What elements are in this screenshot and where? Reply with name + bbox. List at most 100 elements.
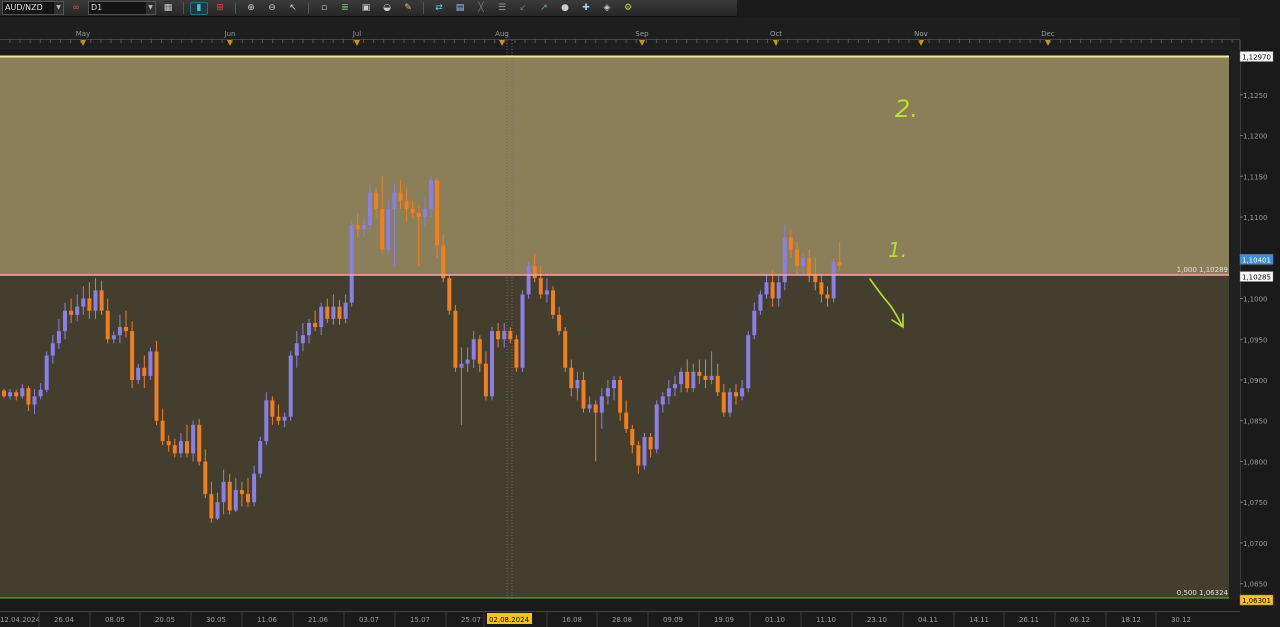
x-tick-label: 28.08 (612, 616, 632, 624)
candle (514, 335, 519, 372)
candle-body (416, 212, 421, 218)
candle-body (477, 339, 482, 364)
candle-body (697, 371, 702, 376)
candle-body (715, 375, 720, 393)
month-label: Jul (352, 30, 362, 38)
candle-body (691, 371, 696, 389)
candle-body (563, 331, 568, 368)
chart-svg[interactable]: 1,000 1,10289 0,500 1,06324 May Jun Jul Aug S… (0, 0, 1280, 627)
candle (642, 432, 647, 470)
candle-body (325, 306, 330, 319)
candle (197, 419, 202, 466)
candle-body (612, 380, 616, 389)
candle (654, 400, 659, 454)
candle-body (69, 310, 74, 315)
low-price-tag: 1,06301 (1242, 597, 1271, 605)
candle (258, 437, 263, 478)
month-label: Dec (1041, 30, 1055, 38)
candle-body (319, 306, 324, 328)
candle-body (441, 245, 446, 279)
candle-body (246, 494, 250, 503)
candle-body (63, 310, 67, 332)
candle (349, 221, 354, 307)
candle (490, 327, 494, 401)
candle-body (142, 367, 147, 376)
candle-body (721, 392, 726, 413)
candle-body (630, 428, 635, 446)
candle-body (136, 367, 141, 380)
candle (520, 290, 525, 372)
candle-body (87, 298, 92, 311)
candle-body (386, 208, 391, 250)
candle-body (392, 192, 397, 209)
candle-body (185, 441, 189, 454)
candle-body (191, 424, 196, 454)
x-tick-label: 11.06 (257, 616, 278, 624)
candle-body (740, 388, 745, 397)
month-label: May (76, 30, 90, 38)
candle-body (215, 502, 220, 519)
candle-body (368, 192, 372, 226)
candle-body (599, 396, 604, 413)
candle-body (172, 445, 177, 454)
candle-body (105, 310, 110, 340)
candle-body (20, 388, 25, 397)
month-label: Nov (914, 30, 928, 38)
candle-body (8, 392, 13, 397)
price-axis-band (1240, 17, 1280, 627)
month-label: Aug (495, 30, 509, 38)
candle (831, 257, 836, 303)
x-tick-label: 15.07 (410, 616, 430, 624)
price-tick-label: 1,0850 (1243, 418, 1268, 426)
candle-body (666, 388, 671, 397)
candle (447, 274, 452, 315)
candle-body (764, 282, 769, 295)
fib-level-1000-label: 1,000 1,10289 (1177, 266, 1228, 274)
candle-body (343, 302, 348, 319)
price-tick-label: 1,0800 (1243, 458, 1268, 466)
x-tick-label: 12.04.2024 (0, 616, 41, 624)
candle-body (587, 404, 592, 409)
candle-body (752, 310, 757, 336)
candle-body (727, 392, 732, 413)
candle-body (679, 371, 684, 385)
candle-body (233, 490, 238, 511)
x-tick-label: 16.08 (562, 616, 582, 624)
candle-body (282, 416, 287, 421)
candle (727, 388, 732, 417)
candle-body (801, 257, 806, 266)
candle-body (453, 310, 458, 368)
bid-price-tag: 1,10401 (1242, 256, 1271, 264)
x-tick-label: 09.09 (663, 616, 683, 624)
candle-body (99, 290, 104, 311)
candle (288, 351, 293, 421)
candle-body (636, 445, 641, 466)
candle-body (307, 322, 311, 336)
candle-body (197, 424, 202, 462)
month-label: Oct (770, 30, 782, 38)
candle-body (26, 388, 31, 405)
candle-body (221, 481, 226, 503)
x-tick-label: 30.12 (1171, 616, 1191, 624)
candle-body (569, 367, 574, 389)
x-tick-label: 03.07 (359, 616, 379, 624)
candle-body (422, 208, 427, 218)
price-tick-label: 1,1250 (1243, 92, 1268, 100)
candle-body (776, 282, 781, 299)
candle-body (75, 306, 80, 315)
x-tick-label: 14.11 (969, 616, 989, 624)
x-tick-label: 04.11 (918, 616, 938, 624)
candle-body (38, 389, 43, 397)
candle-body (483, 363, 488, 397)
candle-body (252, 473, 257, 503)
x-tick-label: 01.10 (765, 616, 785, 624)
x-tick-label: 26.04 (54, 616, 75, 624)
candle-body (2, 390, 6, 397)
candle-body (520, 294, 525, 368)
candle-body (435, 180, 440, 246)
candle-body (734, 392, 738, 397)
candle-body (770, 282, 775, 299)
candle-body (209, 494, 214, 519)
candle-body (380, 208, 385, 250)
candle-body (459, 363, 464, 368)
